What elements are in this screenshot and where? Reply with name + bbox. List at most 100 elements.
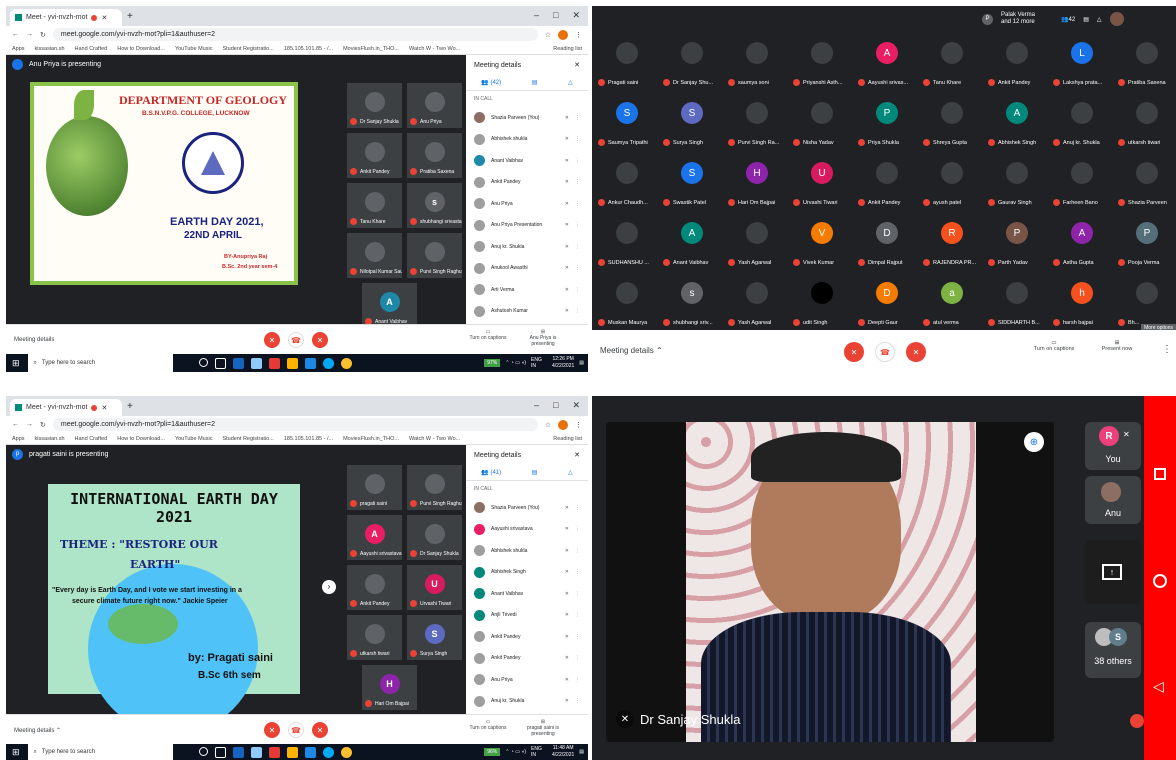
mail-icon[interactable] bbox=[304, 357, 316, 369]
participant-tile[interactable]: Priyanshi Asth... bbox=[791, 34, 857, 92]
task-view-icon[interactable] bbox=[214, 357, 226, 369]
bookmark-item[interactable]: 185.105.101.85 - /... bbox=[284, 436, 333, 442]
more-icon[interactable]: ⋮ bbox=[575, 179, 580, 185]
mic-off-icon[interactable]: ✕ bbox=[565, 158, 569, 164]
taskbar-search[interactable]: ⌕ Type here to search bbox=[27, 354, 173, 372]
present-now-button[interactable]: ⊞ Present now bbox=[1092, 340, 1142, 352]
participant-row[interactable]: Shazia Parveen (You) ✕ ⋮ bbox=[466, 107, 588, 129]
meeting-details-button[interactable]: Meeting details bbox=[14, 337, 54, 343]
activities-tab-icon[interactable]: △ bbox=[568, 79, 573, 86]
participant-row[interactable]: Anu Priya ✕ ⋮ bbox=[466, 193, 588, 215]
participant-tile[interactable]: R RAJENDRA PR... bbox=[921, 214, 987, 272]
more-icon[interactable]: ⋮ bbox=[575, 591, 580, 597]
participant-tile[interactable]: S Swastik Patel bbox=[661, 154, 727, 212]
bookmark-item[interactable]: YouTube Music bbox=[175, 436, 213, 442]
next-slide-button[interactable]: › bbox=[322, 580, 336, 594]
more-icon[interactable]: ⋮ bbox=[575, 287, 580, 293]
edge-icon[interactable] bbox=[322, 357, 334, 369]
hang-up-button[interactable]: ☎ bbox=[288, 332, 304, 348]
app-icon[interactable] bbox=[268, 357, 280, 369]
mic-off-icon[interactable]: ✕ bbox=[565, 505, 569, 511]
more-icon[interactable]: ⋮ bbox=[575, 136, 580, 142]
participant-tile[interactable]: Purvi Singh Raghun... bbox=[407, 465, 462, 510]
language-indicator[interactable]: ENG IN bbox=[531, 746, 547, 758]
more-icon[interactable]: ⋮ bbox=[575, 634, 580, 640]
participant-tile[interactable]: L Lakshya prata... bbox=[1051, 34, 1117, 92]
mic-off-icon[interactable]: ✕ bbox=[565, 136, 569, 142]
participant-tile[interactable]: H Hari Om Bajpai bbox=[362, 665, 417, 710]
menu-icon[interactable]: ⋮ bbox=[575, 31, 582, 39]
star-icon[interactable]: ☆ bbox=[545, 421, 551, 429]
maximize-icon[interactable]: □ bbox=[553, 400, 558, 411]
chat-icon[interactable]: ▤ bbox=[1083, 16, 1089, 23]
participant-tile[interactable]: Tanu Khare bbox=[347, 183, 402, 228]
mic-off-icon[interactable]: ✕ bbox=[565, 591, 569, 597]
participant-tile[interactable]: H Hari Om Bajpai bbox=[726, 154, 792, 212]
star-icon[interactable]: ☆ bbox=[545, 31, 551, 39]
camera-off-button[interactable]: ✕ bbox=[312, 332, 328, 348]
reading-list[interactable]: Reading list bbox=[553, 436, 582, 442]
bookmark-item[interactable]: Hand Crafted bbox=[75, 436, 108, 442]
mic-off-icon[interactable]: ✕ bbox=[565, 612, 569, 618]
cortana-icon[interactable] bbox=[198, 357, 208, 367]
self-avatar[interactable] bbox=[1109, 12, 1124, 26]
chrome-icon[interactable] bbox=[340, 746, 352, 758]
present-screen-icon[interactable]: ↑ bbox=[1102, 564, 1122, 580]
close-tab-icon[interactable]: ✕ bbox=[101, 404, 107, 412]
others-tile[interactable]: S 38 others bbox=[1085, 622, 1141, 678]
participant-tile[interactable]: Ankit Pandey bbox=[856, 154, 922, 212]
participant-tile[interactable]: Purvi Singh Ra... bbox=[726, 94, 792, 152]
chat-tab-icon[interactable]: ▤ bbox=[532, 79, 538, 86]
taskbar-search[interactable]: ⌕ Type here to search bbox=[27, 744, 173, 760]
url-field[interactable]: meet.google.com/yvi-nvzh-mot?pli=1&authu… bbox=[52, 28, 538, 41]
participant-tile[interactable]: Nisha Yadav bbox=[791, 94, 857, 152]
participant-tile[interactable]: Pratiba Saxena bbox=[407, 133, 462, 178]
people-icon[interactable]: 👥42 bbox=[1061, 16, 1075, 23]
more-icon[interactable]: ⋮ bbox=[575, 655, 580, 661]
windows-start-icon[interactable]: ⊞ bbox=[12, 358, 20, 369]
close-window-icon[interactable]: ✕ bbox=[572, 10, 580, 21]
hang-up-button[interactable]: ☎ bbox=[875, 342, 895, 362]
more-icon[interactable]: ⋮ bbox=[575, 244, 580, 250]
more-icon[interactable]: ⋮ bbox=[575, 265, 580, 271]
people-tab[interactable]: 👥 (41) bbox=[481, 469, 501, 476]
participant-tile[interactable]: U Urvashi Tiwari bbox=[791, 154, 857, 212]
presentation-tile[interactable]: ↑ bbox=[1085, 540, 1141, 604]
participant-tile[interactable]: P Parth Yadav bbox=[986, 214, 1052, 272]
more-icon[interactable]: ⋮ bbox=[575, 201, 580, 207]
url-field[interactable]: meet.google.com/yvi-nvzh-mot?pli=1&authu… bbox=[52, 418, 538, 431]
participant-tile[interactable]: SUDHANSHU ... bbox=[596, 214, 662, 272]
participant-row[interactable]: Abhishek Singh ✕ ⋮ bbox=[466, 562, 588, 584]
participant-row[interactable]: Abhishek shukla ✕ ⋮ bbox=[466, 129, 588, 151]
participant-tile[interactable]: Anuj kr. Shukla bbox=[1051, 94, 1117, 152]
people-tab[interactable]: 👥 (42) bbox=[481, 79, 501, 86]
mic-off-button[interactable]: ✕ bbox=[264, 722, 280, 738]
new-tab-icon[interactable]: + bbox=[127, 401, 133, 412]
more-icon[interactable]: ⋮ bbox=[575, 505, 580, 511]
close-panel-icon[interactable]: ✕ bbox=[574, 451, 580, 459]
mic-off-icon[interactable]: ✕ bbox=[565, 265, 569, 271]
participant-tile[interactable]: U Urvashi Tiwari bbox=[407, 565, 462, 610]
participant-row[interactable]: Arti Verma ✕ ⋮ bbox=[466, 279, 588, 301]
participant-tile[interactable]: S Surya Singh bbox=[407, 615, 462, 660]
participant-tile[interactable]: S Saumya Tripathi bbox=[596, 94, 662, 152]
notification-icon[interactable]: ▤ bbox=[579, 749, 584, 755]
close-window-icon[interactable]: ✕ bbox=[572, 400, 580, 411]
cortana-icon[interactable] bbox=[198, 746, 208, 756]
close-panel-icon[interactable]: ✕ bbox=[574, 61, 580, 69]
maximize-icon[interactable]: □ bbox=[553, 10, 558, 21]
bookmark-item[interactable]: YouTube Music bbox=[175, 46, 213, 52]
bookmark-item[interactable]: kissasian.sh bbox=[35, 436, 65, 442]
minimize-icon[interactable]: – bbox=[534, 400, 539, 411]
participant-tile[interactable]: Tanu Khare bbox=[921, 34, 987, 92]
forward-icon[interactable]: → bbox=[26, 421, 33, 428]
participant-tile[interactable]: Yash Agarwal bbox=[726, 274, 792, 332]
mic-off-icon[interactable]: ✕ bbox=[565, 308, 569, 314]
store-icon[interactable] bbox=[250, 357, 262, 369]
participant-tile[interactable]: D Deepti Gaur bbox=[856, 274, 922, 332]
participant-row[interactable]: Anant Vaibhav ✕ ⋮ bbox=[466, 150, 588, 172]
new-tab-icon[interactable]: + bbox=[127, 11, 133, 22]
close-tab-icon[interactable]: ✕ bbox=[101, 14, 107, 22]
more-icon[interactable]: ⋮ bbox=[575, 158, 580, 164]
participant-tile[interactable]: utkarsh tiwari bbox=[347, 615, 402, 660]
